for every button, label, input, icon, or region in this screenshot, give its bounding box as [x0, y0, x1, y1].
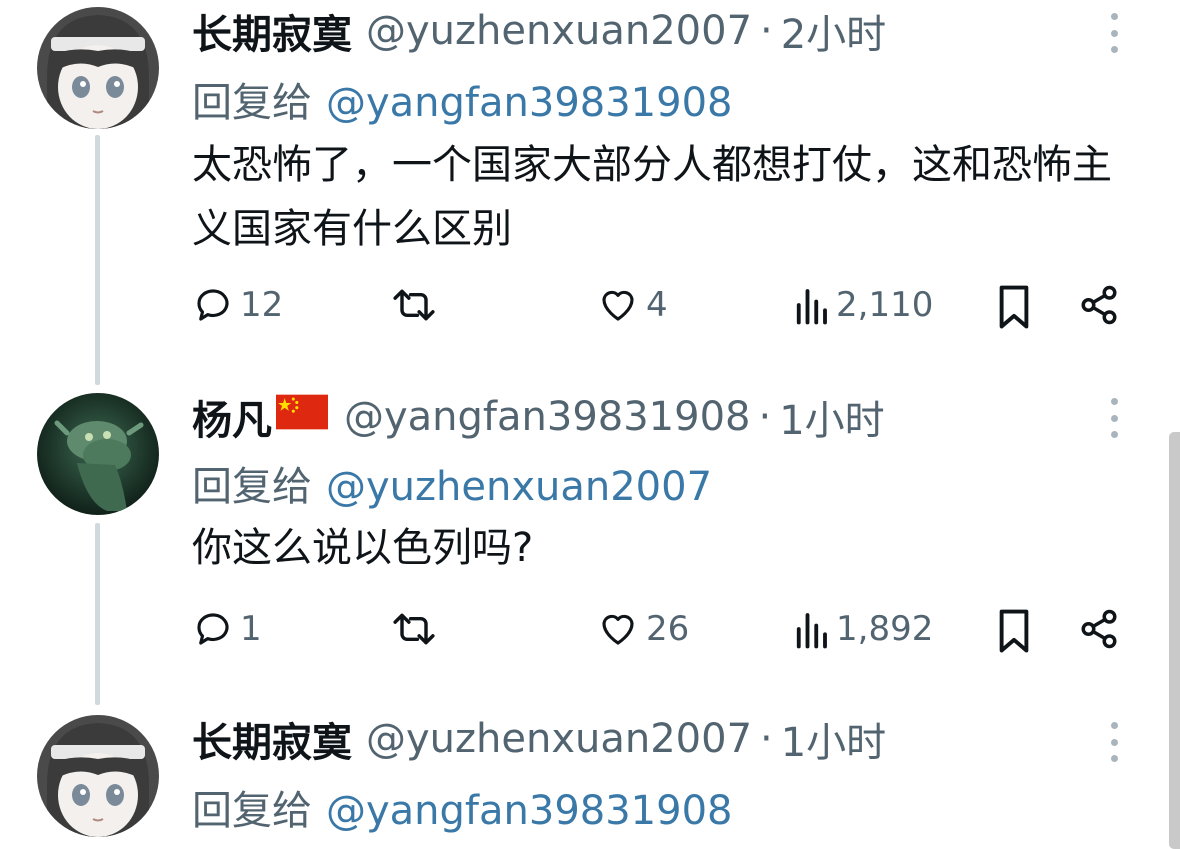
view-count: 1,892	[836, 609, 934, 649]
user-handle[interactable]: @yuzhenxuan2007	[366, 716, 752, 762]
display-name[interactable]: 杨凡	[192, 388, 272, 446]
reply-icon	[197, 613, 229, 645]
retweet-button[interactable]	[390, 284, 444, 326]
tweet[interactable]: 长期寂寞 @yuzhenxuan2007 · 1小时 回复给 @yangfan39…	[0, 705, 1165, 849]
china-flag-image	[276, 394, 328, 430]
tweet-text: 太恐怖了，一个国家大部分人都想打仗，这和恐怖主义国家有什么区别	[192, 142, 1112, 252]
tweet-text: 你这么说以色列吗?	[192, 525, 534, 571]
share-button[interactable]	[1078, 284, 1120, 326]
more-options-icon[interactable]	[1109, 398, 1119, 438]
reply-prefix: 回复给	[192, 80, 312, 126]
reply-mention-link[interactable]: @yangfan39831908	[326, 788, 732, 834]
thread-connector	[95, 523, 100, 705]
avatar-image	[37, 7, 159, 129]
tweet-header: 长期寂寞 @yuzhenxuan2007 · 1小时	[192, 711, 886, 767]
separator-dot: ·	[758, 394, 772, 440]
bookmark-icon	[999, 285, 1029, 329]
reply-button[interactable]: 1	[192, 608, 262, 650]
separator-dot: ·	[760, 8, 773, 54]
like-count: 26	[646, 609, 690, 649]
tweet-header: 杨凡 @yangfan39831908 · 1小时	[192, 389, 885, 445]
timestamp[interactable]: 2小时	[781, 2, 886, 60]
display-name[interactable]: 长期寂寞	[192, 2, 352, 60]
share-icon	[1081, 609, 1117, 649]
heart-icon	[602, 290, 634, 321]
views-icon	[796, 289, 827, 325]
like-count: 4	[646, 285, 668, 325]
avatar-image	[37, 393, 159, 515]
bookmark-icon	[999, 609, 1029, 653]
tweet[interactable]: 长期寂寞 @yuzhenxuan2007 · 2小时 回复给 @yangfan39…	[0, 0, 1165, 385]
timestamp[interactable]: 1小时	[781, 710, 886, 768]
reply-context: 回复给 @yuzhenxuan2007	[192, 454, 712, 512]
tweet[interactable]: 杨凡 @yangfan39831908 · 1小时 回复给 @yuzhenxuan…	[0, 385, 1165, 705]
avatar[interactable]	[37, 393, 159, 515]
reply-prefix: 回复给	[192, 788, 312, 834]
avatar-image	[37, 715, 159, 837]
reply-prefix: 回复给	[192, 464, 312, 510]
reply-mention-link[interactable]: @yangfan39831908	[326, 80, 732, 126]
display-name[interactable]: 长期寂寞	[192, 710, 352, 768]
views-button[interactable]: 2,110	[792, 284, 933, 326]
reply-context: 回复给 @yangfan39831908	[192, 778, 732, 836]
reply-count: 1	[240, 609, 262, 649]
more-options-icon[interactable]	[1109, 13, 1119, 53]
share-button[interactable]	[1078, 608, 1120, 650]
bookmark-button[interactable]	[996, 608, 1032, 654]
reply-mention-link[interactable]: @yuzhenxuan2007	[326, 464, 712, 510]
user-handle[interactable]: @yuzhenxuan2007	[366, 8, 752, 54]
retweet-button[interactable]	[390, 608, 444, 650]
tweet-header: 长期寂寞 @yuzhenxuan2007 · 2小时	[192, 3, 886, 59]
china-flag-icon	[276, 394, 328, 440]
bookmark-button[interactable]	[996, 284, 1032, 330]
heart-icon	[602, 614, 634, 645]
user-handle[interactable]: @yangfan39831908	[344, 394, 750, 440]
reply-context: 回复给 @yangfan39831908	[192, 70, 732, 128]
share-icon	[1081, 285, 1117, 325]
thread-connector	[95, 135, 100, 385]
avatar[interactable]	[37, 7, 159, 129]
retweet-icon	[393, 289, 435, 321]
views-button[interactable]: 1,892	[792, 608, 933, 650]
reply-count: 12	[240, 285, 284, 325]
view-count: 2,110	[836, 285, 934, 325]
views-icon	[796, 613, 827, 649]
avatar[interactable]	[37, 715, 159, 837]
like-button[interactable]: 26	[596, 608, 689, 650]
reply-icon	[197, 289, 229, 321]
like-button[interactable]: 4	[596, 284, 668, 326]
more-options-icon[interactable]	[1109, 722, 1119, 762]
separator-dot: ·	[760, 716, 773, 762]
reply-button[interactable]: 12	[192, 284, 283, 326]
scrollbar[interactable]	[1169, 432, 1180, 849]
timestamp[interactable]: 1小时	[779, 388, 884, 446]
retweet-icon	[393, 613, 435, 645]
